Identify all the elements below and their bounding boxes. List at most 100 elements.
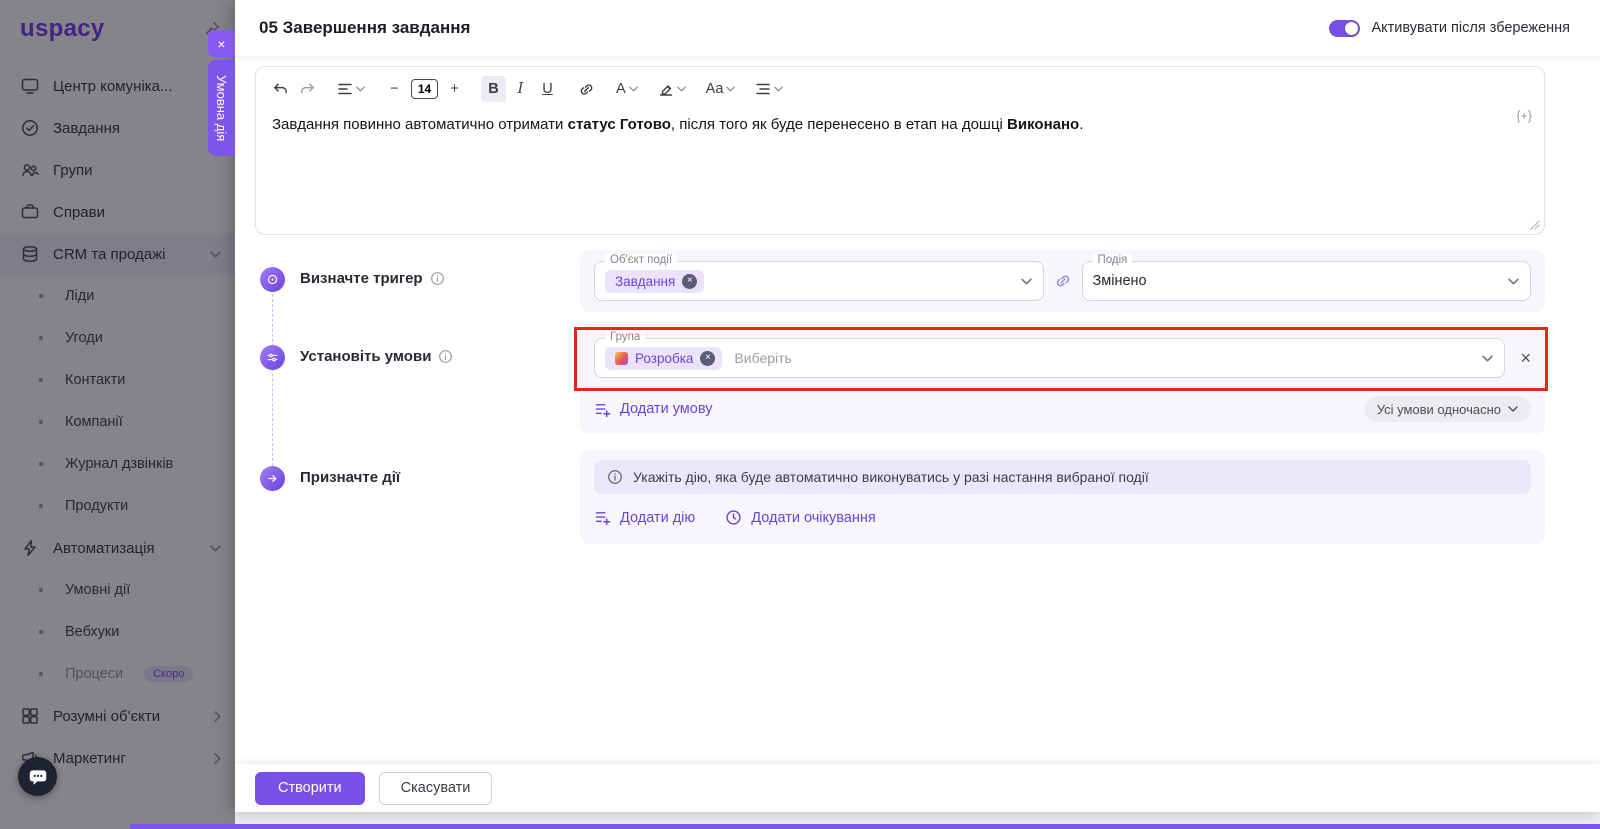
conditions-section: Група Розробка × Виберіть × Додати умову: [580, 322, 1545, 434]
add-action-icon: [594, 509, 611, 526]
event-field[interactable]: Подія Змінено: [1082, 261, 1532, 301]
chip-remove-button[interactable]: ×: [682, 274, 697, 289]
activate-toggle-group: Активувати після збереження: [1329, 20, 1570, 37]
close-icon: ×: [217, 36, 225, 52]
italic-button[interactable]: I: [508, 76, 533, 102]
actions-step-icon: [260, 466, 285, 491]
event-object-chip: Завдання ×: [605, 270, 704, 293]
trigger-step-icon: [260, 267, 285, 292]
editor-text: Завдання повинно автоматично отримати: [272, 116, 568, 133]
chip-label: Завдання: [615, 274, 675, 289]
chevron-down-icon: [774, 86, 783, 92]
match-mode-label: Усі умови одночасно: [1377, 402, 1501, 417]
editor-text: , після того як буде перенесено в етап н…: [671, 116, 1007, 133]
typography-button[interactable]: Aa: [703, 76, 739, 102]
chip-remove-button[interactable]: ×: [700, 351, 715, 366]
add-condition-icon: [594, 401, 611, 418]
match-mode-dropdown[interactable]: Усі умови одночасно: [1364, 396, 1531, 422]
actions-links-row: Додати дію Додати очікування: [594, 509, 1531, 526]
trigger-step-title: Визначте тригер: [300, 270, 423, 287]
modal-overlay: [0, 0, 235, 829]
chevron-down-icon: [726, 86, 735, 92]
event-value: Змінено: [1093, 273, 1147, 289]
create-button[interactable]: Створити: [255, 772, 365, 805]
chevron-down-icon: [1482, 355, 1493, 362]
font-size-increase-button[interactable]: +: [442, 76, 467, 102]
panel-footer: Створити Скасувати: [235, 764, 1600, 812]
group-field[interactable]: Група Розробка × Виберіть: [594, 338, 1505, 378]
app: uspacy Центр комуніка... Завдання Групи …: [0, 0, 1600, 829]
font-size-value[interactable]: 14: [411, 79, 438, 99]
actions-section: Укажіть дію, яка буде автоматично викону…: [580, 450, 1545, 544]
page-title: 05 Завершення завдання: [259, 18, 470, 38]
event-object-field[interactable]: Об'єкт події Завдання ×: [594, 261, 1044, 301]
info-icon: [607, 469, 623, 485]
editor-toolbar: − 14 + B I U A: [256, 67, 1544, 104]
editor-body[interactable]: Завдання повинно автоматично отримати ст…: [256, 104, 1544, 147]
trigger-step-row: Визначте тригер: [300, 270, 445, 287]
insert-link-button[interactable]: [574, 76, 599, 102]
activate-toggle[interactable]: [1329, 20, 1360, 37]
chip-label: Розробка: [635, 351, 693, 366]
conditions-step-title: Установіть умови: [300, 348, 431, 365]
chat-bubble-icon: [27, 766, 49, 788]
actions-hint-text: Укажіть дію, яка буде автоматично викону…: [633, 469, 1149, 485]
font-size-decrease-button[interactable]: −: [382, 76, 407, 102]
add-condition-label: Додати умову: [620, 401, 712, 417]
info-icon[interactable]: [438, 349, 453, 364]
chevron-down-icon: [677, 86, 686, 92]
redo-button[interactable]: [295, 76, 320, 102]
add-wait-label: Додати очікування: [751, 510, 875, 526]
remove-condition-button[interactable]: ×: [1520, 349, 1531, 367]
condition-row: Група Розробка × Виберіть ×: [594, 338, 1531, 378]
automation-editor-panel: × Умовна дія 05 Завершення завдання Акти…: [235, 0, 1600, 812]
editor-text: .: [1079, 116, 1083, 133]
actions-step-title: Призначте дії: [300, 469, 400, 486]
description-editor: − 14 + B I U A: [255, 66, 1545, 235]
actions-hint-banner: Укажіть дію, яка буде автоматично викону…: [594, 460, 1531, 494]
group-chip: Розробка ×: [605, 347, 722, 370]
panel-header: 05 Завершення завдання Активувати після …: [235, 0, 1600, 56]
condition-actions-row: Додати умову Усі умови одночасно: [594, 396, 1531, 422]
chevron-down-icon: [629, 86, 638, 92]
link-connector-icon: [1054, 272, 1072, 290]
add-action-button[interactable]: Додати дію: [594, 509, 695, 526]
group-label: Група: [605, 331, 645, 343]
cancel-button[interactable]: Скасувати: [379, 772, 493, 805]
event-object-label: Об'єкт події: [605, 254, 677, 266]
underline-button[interactable]: U: [535, 76, 560, 102]
close-panel-button[interactable]: ×: [208, 30, 235, 57]
chevron-down-icon: [356, 86, 365, 92]
tab-conditional-action[interactable]: Умовна дія: [208, 60, 235, 156]
group-placeholder: Виберіть: [734, 350, 791, 366]
chevron-down-icon: [1508, 406, 1518, 412]
font-color-button[interactable]: A: [613, 76, 641, 102]
palette-avatar: [615, 352, 628, 365]
steps-connector-line: [272, 294, 273, 466]
add-action-label: Додати дію: [620, 510, 695, 526]
actions-step-row: Призначте дії: [300, 469, 400, 486]
chat-fab-button[interactable]: [18, 757, 57, 796]
bold-button[interactable]: B: [481, 76, 506, 102]
typography-label: Aa: [706, 81, 724, 97]
align-dropdown-button[interactable]: [334, 76, 368, 102]
bottom-accent-bar: [130, 824, 1600, 829]
chevron-down-icon: [1021, 278, 1032, 285]
add-condition-button[interactable]: Додати умову: [594, 401, 712, 418]
editor-text-bold: Виконано: [1007, 116, 1079, 133]
event-label: Подія: [1093, 254, 1133, 266]
activate-toggle-label: Активувати після збереження: [1371, 20, 1570, 36]
resize-handle[interactable]: [1530, 220, 1540, 230]
clock-icon: [725, 509, 742, 526]
font-color-label: A: [616, 81, 626, 97]
trigger-section: Об'єкт події Завдання × Подія Змінено: [580, 250, 1545, 312]
add-wait-button[interactable]: Додати очікування: [725, 509, 875, 526]
highlight-color-button[interactable]: [655, 76, 689, 102]
editor-text-bold: статус Готово: [568, 116, 671, 133]
list-dropdown-button[interactable]: [752, 76, 786, 102]
undo-button[interactable]: [268, 76, 293, 102]
chevron-down-icon: [1508, 278, 1519, 285]
conditions-step-row: Установіть умови: [300, 348, 453, 365]
info-icon[interactable]: [430, 271, 445, 286]
insert-variable-button[interactable]: {+}: [1516, 109, 1532, 123]
